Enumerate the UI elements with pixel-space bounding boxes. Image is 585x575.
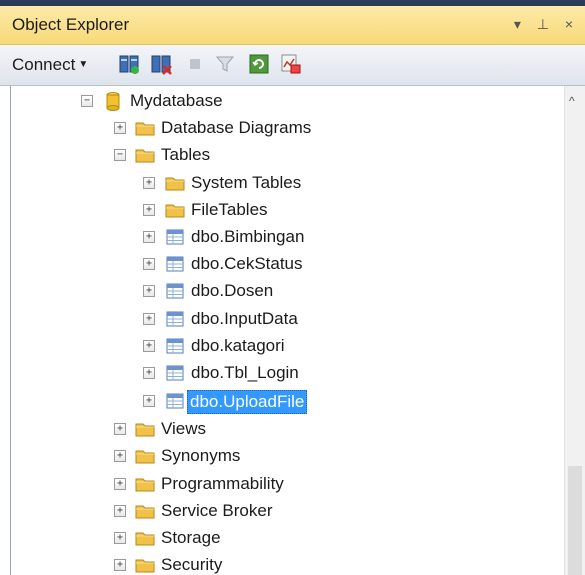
stop-icon	[190, 59, 200, 69]
tree-label: FileTables	[191, 200, 268, 219]
folder-icon	[135, 122, 155, 136]
tree-label: Security	[161, 555, 223, 574]
connect-button[interactable]: Connect ▼	[12, 55, 88, 75]
tree-label: dbo.katagori	[191, 336, 285, 355]
connect-label: Connect	[12, 55, 76, 74]
folder-icon	[165, 204, 185, 218]
disconnect-icon[interactable]	[150, 53, 172, 75]
database-icon	[106, 92, 120, 111]
expand-toggle[interactable]: +	[143, 231, 155, 243]
collapse-toggle[interactable]: −	[81, 95, 93, 107]
folder-icon	[135, 149, 155, 163]
expand-toggle[interactable]: +	[143, 340, 155, 352]
folder-icon	[135, 505, 155, 519]
expand-toggle[interactable]: +	[114, 450, 126, 462]
expand-toggle[interactable]: +	[114, 532, 126, 544]
tree-label: dbo.Bimbingan	[191, 227, 305, 246]
tree-label: Views	[161, 419, 207, 438]
object-explorer-window: Object Explorer ▾ ⊥ × Connect ▼ − Mydata…	[0, 0, 585, 575]
table-icon	[166, 256, 184, 272]
expand-toggle[interactable]: +	[114, 122, 126, 134]
connect-server-icon[interactable]	[118, 53, 140, 75]
table-icon	[166, 229, 184, 245]
folder-icon	[135, 559, 155, 573]
chevron-down-icon: ▼	[78, 59, 89, 70]
tree-label: Tables	[161, 145, 211, 164]
table-icon	[166, 365, 184, 381]
activity-monitor-icon[interactable]	[280, 53, 302, 75]
tree-label: dbo.InputData	[191, 309, 298, 328]
scrollbar-thumb[interactable]	[568, 466, 582, 575]
expand-toggle[interactable]: +	[114, 505, 126, 517]
toolbar: Connect ▼	[0, 45, 585, 86]
object-tree: − Mydatabase + Database Diagrams − Table…	[10, 86, 566, 575]
tree-label: dbo.Dosen	[191, 281, 274, 300]
table-icon	[166, 338, 184, 354]
table-icon	[166, 283, 184, 299]
tree-label: Programmability	[161, 474, 284, 493]
window-controls[interactable]: ▾ ⊥ ×	[514, 16, 579, 33]
tree-label: Storage	[161, 528, 221, 547]
expand-toggle[interactable]: +	[114, 478, 126, 490]
folder-icon	[135, 450, 155, 464]
folder-icon	[135, 478, 155, 492]
tree-label: System Tables	[191, 173, 302, 192]
tree-label: Mydatabase	[130, 91, 223, 110]
expand-toggle[interactable]: +	[143, 395, 155, 407]
expand-toggle[interactable]: +	[143, 367, 155, 379]
refresh-icon[interactable]	[248, 53, 270, 75]
tree-label: Service Broker	[161, 501, 273, 520]
expand-toggle[interactable]: +	[143, 285, 155, 297]
expand-toggle[interactable]: +	[143, 258, 155, 270]
tree-label-selected: dbo.UploadFile	[187, 390, 308, 414]
collapse-toggle[interactable]: −	[114, 149, 126, 161]
expand-toggle[interactable]: +	[143, 177, 155, 189]
vertical-scrollbar[interactable]: ^	[564, 86, 585, 575]
table-icon	[166, 393, 184, 409]
expand-toggle[interactable]: +	[114, 559, 126, 571]
expand-toggle[interactable]: +	[143, 204, 155, 216]
tree-label: dbo.CekStatus	[191, 254, 303, 273]
expand-toggle[interactable]: +	[143, 313, 155, 325]
tree-label: Database Diagrams	[161, 118, 312, 137]
tree-label: dbo.Tbl_Login	[191, 363, 299, 382]
table-icon	[166, 311, 184, 327]
folder-icon	[135, 423, 155, 437]
filter-icon[interactable]	[214, 53, 236, 75]
title-bar: Object Explorer ▾ ⊥ ×	[0, 6, 585, 45]
expand-toggle[interactable]: +	[114, 423, 126, 435]
scroll-up-icon[interactable]: ^	[569, 94, 575, 108]
folder-icon	[165, 177, 185, 191]
window-title: Object Explorer	[12, 15, 130, 34]
tree-label: Synonyms	[161, 446, 241, 465]
folder-icon	[135, 532, 155, 546]
